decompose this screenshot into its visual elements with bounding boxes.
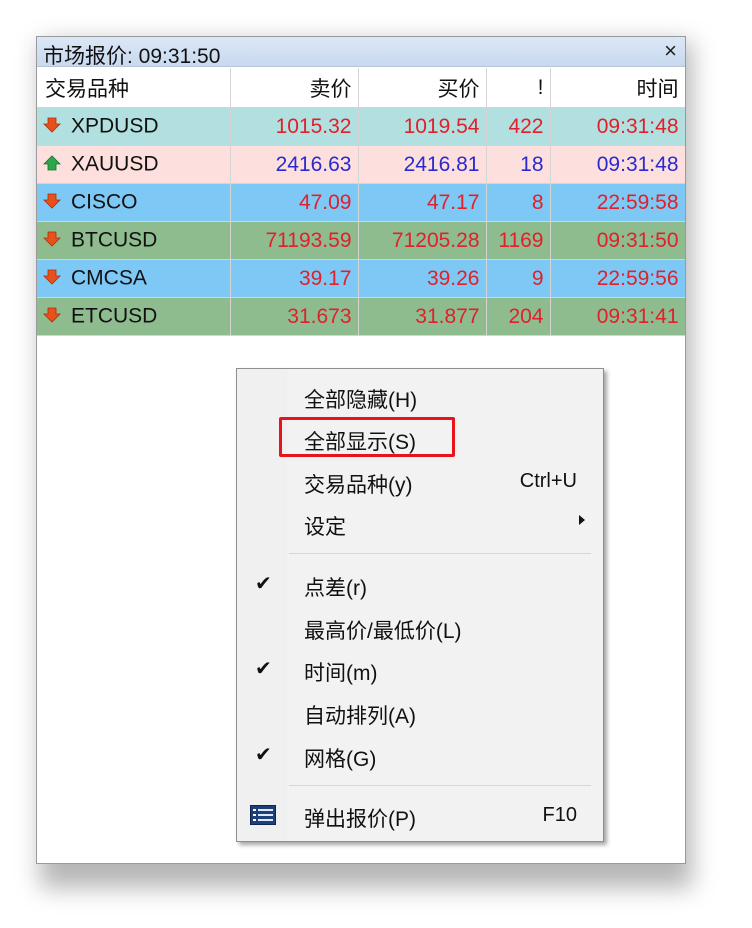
symbol-cell: XPDUSD: [37, 107, 231, 146]
menu-item-label: 弹出报价(P): [304, 808, 416, 831]
symbol-name: CMCSA: [71, 266, 147, 290]
close-icon[interactable]: ×: [664, 38, 677, 64]
column-header-spread[interactable]: !: [486, 68, 551, 108]
spread-cell: 8: [486, 183, 551, 222]
arrow-down-icon: [43, 229, 61, 253]
time-cell: 09:31:50: [550, 221, 685, 260]
table-row[interactable]: CMCSA 39.17 39.26 9 22:59:56: [37, 259, 685, 298]
arrow-down-icon: [43, 191, 61, 215]
menu-item-label: 时间(m): [304, 662, 378, 685]
menu-item-grid[interactable]: ✔ 网格(G): [237, 735, 603, 775]
column-header-ask[interactable]: 买价: [358, 68, 487, 108]
ask-cell: 31.877: [358, 297, 487, 336]
title-bar[interactable]: 市场报价: 09:31:50 ×: [37, 37, 685, 68]
time-cell: 22:59:58: [550, 183, 685, 222]
menu-item-label: 全部显示(S): [304, 431, 416, 454]
bid-cell: 1015.32: [230, 107, 359, 146]
menu-item-label: 自动排列(A): [304, 705, 416, 728]
menu-separator: [289, 553, 591, 554]
menu-item-show-all[interactable]: 全部显示(S): [237, 418, 603, 458]
symbol-cell: CMCSA: [37, 259, 231, 298]
table-row[interactable]: ETCUSD 31.673 31.877 204 09:31:41: [37, 297, 685, 336]
spread-cell: 9: [486, 259, 551, 298]
ask-cell: 47.17: [358, 183, 487, 222]
menu-item-high-low[interactable]: 最高价/最低价(L): [237, 607, 603, 647]
menu-item-label: 设定: [304, 516, 346, 539]
arrow-up-icon: [43, 153, 61, 177]
menu-separator: [289, 785, 591, 786]
spread-cell: 18: [486, 145, 551, 184]
menu-item-label: 网格(G): [304, 748, 377, 771]
ask-cell: 1019.54: [358, 107, 487, 146]
menu-item-shortcut: F10: [542, 804, 577, 826]
menu-item-spread[interactable]: ✔ 点差(r): [237, 564, 603, 604]
popup-quotes-icon: [250, 805, 276, 825]
time-cell: 09:31:41: [550, 297, 685, 336]
checkmark-icon: ✔: [255, 658, 272, 680]
time-cell: 09:31:48: [550, 107, 685, 146]
ask-cell: 71205.28: [358, 221, 487, 260]
symbol-cell: XAUUSD: [37, 145, 231, 184]
menu-item-label: 全部隐藏(H): [304, 389, 418, 412]
spread-cell: 422: [486, 107, 551, 146]
symbol-name: XPDUSD: [71, 114, 159, 138]
menu-item-popup-quotes[interactable]: 弹出报价(P) F10: [237, 795, 603, 835]
bid-cell: 47.09: [230, 183, 359, 222]
window-title: 市场报价: 09:31:50: [43, 45, 221, 68]
spread-cell: 1169: [486, 221, 551, 260]
menu-item-label: 点差(r): [304, 577, 367, 600]
symbol-name: XAUUSD: [71, 152, 159, 176]
quotes-table: 交易品种 卖价 买价 ! 时间 XPDUSD 1015.32 1019.54 4…: [37, 68, 685, 336]
arrow-down-icon: [43, 305, 61, 329]
symbol-name: CISCO: [71, 190, 138, 214]
table-row[interactable]: XAUUSD 2416.63 2416.81 18 09:31:48: [37, 145, 685, 184]
menu-item-symbols[interactable]: 交易品种(y) Ctrl+U: [237, 461, 603, 501]
bid-cell: 39.17: [230, 259, 359, 298]
arrow-down-icon: [43, 115, 61, 139]
arrow-down-icon: [43, 267, 61, 291]
column-header-time[interactable]: 时间: [550, 68, 685, 108]
symbol-name: ETCUSD: [71, 304, 158, 328]
column-header-symbol[interactable]: 交易品种: [37, 68, 231, 108]
submenu-arrow-icon: [579, 515, 585, 525]
time-cell: 22:59:56: [550, 259, 685, 298]
spread-cell: 204: [486, 297, 551, 336]
menu-item-shortcut: Ctrl+U: [519, 470, 577, 492]
menu-item-label: 交易品种(y): [304, 474, 413, 497]
symbol-cell: CISCO: [37, 183, 231, 222]
symbol-cell: BTCUSD: [37, 221, 231, 260]
time-cell: 09:31:48: [550, 145, 685, 184]
table-header-row: 交易品种 卖价 买价 ! 时间: [37, 68, 685, 108]
menu-item-hide-all[interactable]: 全部隐藏(H): [237, 376, 603, 416]
ask-cell: 39.26: [358, 259, 487, 298]
table-row[interactable]: CISCO 47.09 47.17 8 22:59:58: [37, 183, 685, 222]
table-row[interactable]: BTCUSD 71193.59 71205.28 1169 09:31:50: [37, 221, 685, 260]
checkmark-icon: ✔: [255, 573, 272, 595]
column-header-bid[interactable]: 卖价: [230, 68, 359, 108]
context-menu: 全部隐藏(H) 全部显示(S) 交易品种(y) Ctrl+U 设定 ✔ 点差(r…: [236, 368, 604, 842]
checkmark-icon: ✔: [255, 744, 272, 766]
ask-cell: 2416.81: [358, 145, 487, 184]
bid-cell: 71193.59: [230, 221, 359, 260]
bid-cell: 31.673: [230, 297, 359, 336]
symbol-name: BTCUSD: [71, 228, 158, 252]
menu-item-auto-arrange[interactable]: 自动排列(A): [237, 692, 603, 732]
menu-item-time[interactable]: ✔ 时间(m): [237, 649, 603, 689]
bid-cell: 2416.63: [230, 145, 359, 184]
symbol-cell: ETCUSD: [37, 297, 231, 336]
table-row[interactable]: XPDUSD 1015.32 1019.54 422 09:31:48: [37, 107, 685, 146]
menu-item-label: 最高价/最低价(L): [304, 620, 462, 643]
menu-item-settings[interactable]: 设定: [237, 503, 603, 543]
